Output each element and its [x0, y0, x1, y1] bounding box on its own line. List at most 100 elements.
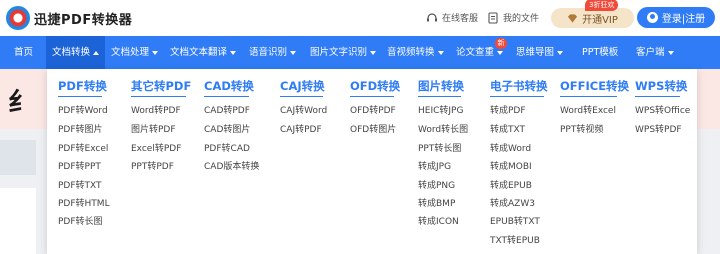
menu-item[interactable]: 转成ICON: [418, 214, 459, 227]
customer-service-link[interactable]: 在线客服: [426, 11, 478, 24]
nav-item-ppt-template[interactable]: PPT模板: [582, 36, 618, 69]
new-badge: 新: [495, 38, 508, 49]
column-title-underline: [131, 96, 186, 97]
nav-item-label: 思维导图: [516, 47, 555, 58]
chevron-down-icon: [437, 50, 444, 55]
nav-item-label: 首页: [14, 47, 34, 58]
column-title-ebook-convert[interactable]: 电子书转换: [490, 78, 548, 94]
menu-item[interactable]: HEIC转JPG: [418, 103, 463, 116]
menu-item[interactable]: Excel转PDF: [131, 141, 181, 154]
column-title-pdf-convert[interactable]: PDF转换: [58, 78, 107, 94]
top-header: 迅捷PDF转换器 在线客服 我的文件 开通VIP 3折狂欢 登录|注册: [0, 0, 720, 36]
menu-item[interactable]: WPS转PDF: [635, 122, 682, 135]
menu-item[interactable]: CAJ转PDF: [280, 122, 322, 135]
column-title-underline: [635, 96, 680, 97]
menu-item[interactable]: PDF转Word: [58, 103, 108, 116]
menu-item[interactable]: OFD转图片: [350, 122, 396, 135]
menu-item[interactable]: WPS转Office: [635, 103, 690, 116]
chevron-down-icon: [557, 50, 564, 55]
menu-item[interactable]: PDF转HTML: [58, 196, 110, 209]
column-title-underline: [204, 96, 249, 97]
column-title-other-to-pdf[interactable]: 其它转PDF: [131, 78, 191, 94]
menu-item[interactable]: PDF转PPT: [58, 159, 101, 172]
chevron-down-icon: [230, 50, 237, 55]
column-title-underline: [350, 96, 394, 97]
nav-item-home[interactable]: 首页: [14, 36, 33, 69]
open-vip-button[interactable]: 开通VIP: [551, 8, 634, 28]
chevron-up-icon: [93, 50, 100, 55]
menu-item[interactable]: PDF转Excel: [58, 141, 108, 154]
menu-item[interactable]: PPT转视频: [560, 122, 603, 135]
background-banner-text: 纟: [8, 88, 35, 118]
menu-item[interactable]: 转成TXT: [490, 122, 525, 135]
nav-item-mind-map[interactable]: 思维导图: [516, 36, 564, 69]
background-card: [0, 188, 36, 254]
nav-item-document-convert[interactable]: 文档转换: [46, 36, 106, 69]
chevron-down-icon: [667, 50, 674, 55]
document-icon: [488, 11, 498, 24]
column-title-office-convert[interactable]: OFFICE转换: [560, 78, 629, 94]
document-convert-dropdown: PDF转换 PDF转Word PDF转图片 PDF转Excel PDF转PPT …: [47, 69, 697, 254]
nav-item-av-convert[interactable]: 音视频转换: [387, 36, 444, 69]
column-title-underline: [418, 96, 461, 97]
menu-item[interactable]: 转成AZW3: [490, 196, 535, 209]
headset-icon: [427, 12, 437, 21]
column-title-caj-convert[interactable]: CAJ转换: [280, 78, 325, 94]
brand-title[interactable]: 迅捷PDF转换器: [34, 9, 132, 28]
login-register-button[interactable]: 登录|注册: [637, 7, 715, 28]
nav-item-label: 音视频转换: [387, 47, 435, 58]
nav-item-document-process[interactable]: 文档处理: [111, 36, 159, 69]
column-title-underline: [280, 96, 323, 97]
menu-item[interactable]: 转成PDF: [490, 103, 526, 116]
user-icon: [646, 12, 658, 23]
vip-promo-badge: 3折狂欢: [585, 0, 619, 11]
chevron-down-icon: [152, 50, 159, 55]
menu-item[interactable]: 转成JPG: [418, 159, 451, 172]
chevron-down-icon: [497, 50, 504, 55]
diamond-icon: [567, 13, 578, 23]
nav-item-paper-check[interactable]: 论文查重 新: [456, 36, 508, 69]
menu-item[interactable]: OFD转PDF: [350, 103, 396, 116]
chevron-down-icon: [370, 50, 377, 55]
menu-item[interactable]: EPUB转TXT: [490, 214, 540, 227]
menu-item[interactable]: CAD转PDF: [204, 103, 250, 116]
menu-item[interactable]: Word转PDF: [131, 103, 181, 116]
menu-item[interactable]: CAD转图片: [204, 122, 250, 135]
column-title-cad-convert[interactable]: CAD转换: [204, 78, 254, 94]
menu-item[interactable]: 转成Word: [490, 141, 531, 154]
nav-item-image-ocr[interactable]: 图片文字识别: [310, 36, 377, 69]
menu-item[interactable]: Word转Excel: [560, 103, 616, 116]
menu-item[interactable]: PDF转TXT: [58, 178, 102, 191]
customer-service-label: 在线客服: [442, 14, 479, 24]
menu-item[interactable]: CAD版本转换: [204, 159, 259, 172]
menu-item[interactable]: 转成PNG: [418, 178, 455, 191]
app-logo-icon[interactable]: [6, 6, 30, 30]
nav-item-label: 图片文字识别: [310, 47, 368, 58]
menu-item[interactable]: 转成EPUB: [490, 178, 532, 191]
my-files-link[interactable]: 我的文件: [487, 11, 539, 24]
nav-item-translate[interactable]: 文档文本翻译: [170, 36, 237, 69]
nav-item-client[interactable]: 客户端: [636, 36, 674, 69]
main-navbar: 首页 文档转换 文档处理 文档文本翻译 语音识别 图片文字识别 音视频转换 论文…: [0, 36, 720, 69]
column-title-wps-convert[interactable]: WPS转换: [635, 78, 687, 94]
nav-item-label: PPT模板: [582, 47, 619, 58]
menu-item[interactable]: 转成MOBI: [490, 159, 532, 172]
nav-item-speech-recognition[interactable]: 语音识别: [249, 36, 297, 69]
menu-item[interactable]: 转成BMP: [418, 196, 455, 209]
menu-item[interactable]: CAJ转Word: [280, 103, 327, 116]
menu-item[interactable]: Word转长图: [418, 122, 468, 135]
nav-item-label: 客户端: [636, 47, 665, 58]
menu-item[interactable]: PPT转PDF: [131, 159, 174, 172]
menu-item[interactable]: 图片转PDF: [131, 122, 176, 135]
background-card: [0, 140, 36, 175]
column-title-image-convert[interactable]: 图片转换: [418, 78, 464, 94]
column-title-ofd-convert[interactable]: OFD转换: [350, 78, 400, 94]
nav-item-label: 语音识别: [249, 47, 288, 58]
menu-item[interactable]: TXT转EPUB: [490, 233, 540, 246]
menu-item[interactable]: PDF转长图: [58, 214, 103, 227]
column-title-underline: [490, 96, 544, 97]
menu-item[interactable]: PPT转长图: [418, 141, 461, 154]
nav-item-label: 文档文本翻译: [170, 47, 228, 58]
menu-item[interactable]: PDF转图片: [58, 122, 103, 135]
menu-item[interactable]: PDF转CAD: [204, 141, 250, 154]
